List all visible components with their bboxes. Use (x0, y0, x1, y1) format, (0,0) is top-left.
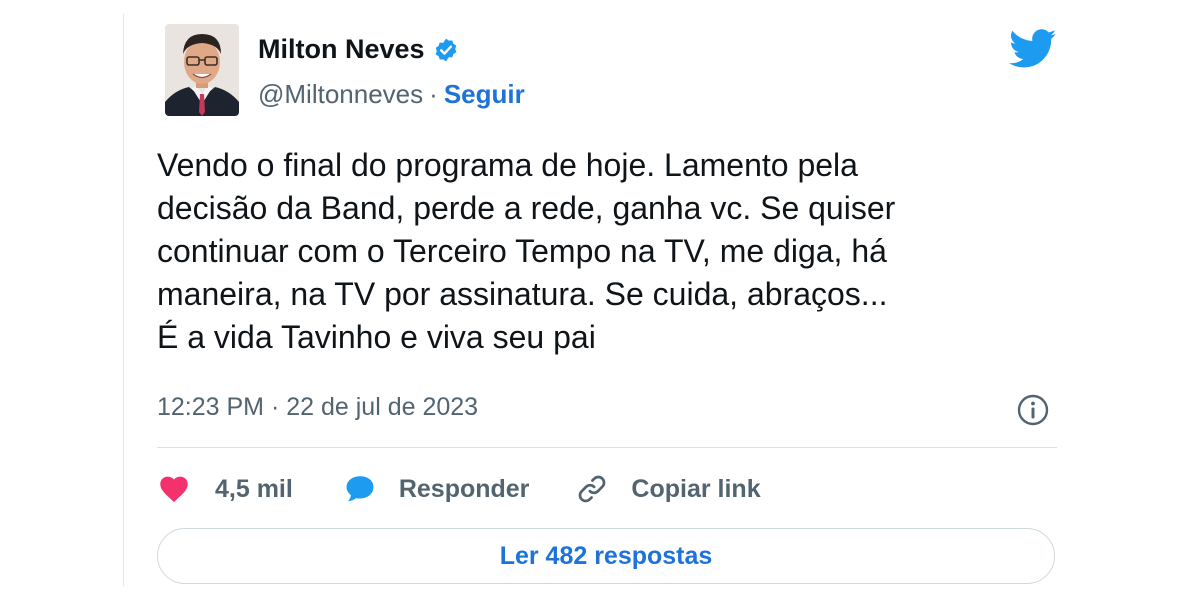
read-replies-button[interactable]: Ler 482 respostas (157, 528, 1055, 584)
verified-badge-icon (433, 37, 459, 63)
author-handle[interactable]: @Miltonneves (258, 79, 423, 110)
author-name-row: Milton Neves (258, 34, 459, 65)
handle-separator: · (429, 79, 438, 109)
speech-bubble-icon (343, 472, 377, 506)
avatar[interactable] (165, 24, 239, 116)
tweet-timestamp[interactable]: 12:23 PM · 22 de jul de 2023 (157, 393, 478, 422)
tweet-text: Vendo o final do programa de hoje. Lamen… (157, 147, 896, 355)
author-name[interactable]: Milton Neves (258, 34, 425, 65)
like-button[interactable]: 4,5 mil (157, 472, 293, 506)
follow-button[interactable]: Seguir (444, 79, 525, 110)
reply-button[interactable]: Responder (343, 472, 530, 506)
info-icon[interactable] (1016, 393, 1050, 427)
link-icon (575, 472, 609, 506)
left-border (123, 14, 124, 586)
copy-link-label: Copiar link (631, 474, 761, 503)
actions-divider (157, 447, 1057, 448)
tweet-actions: 4,5 mil Responder Copiar link (157, 470, 761, 508)
like-count: 4,5 mil (215, 474, 293, 503)
heart-icon (157, 472, 191, 506)
copy-link-button[interactable]: Copiar link (575, 472, 761, 506)
author-handle-row: @Miltonneves · Seguir (258, 79, 525, 110)
tweet-embed: Milton Neves @Miltonneves · Seguir Vendo… (0, 0, 1200, 600)
reply-label: Responder (398, 474, 530, 503)
twitter-bird-icon[interactable] (1009, 28, 1057, 70)
